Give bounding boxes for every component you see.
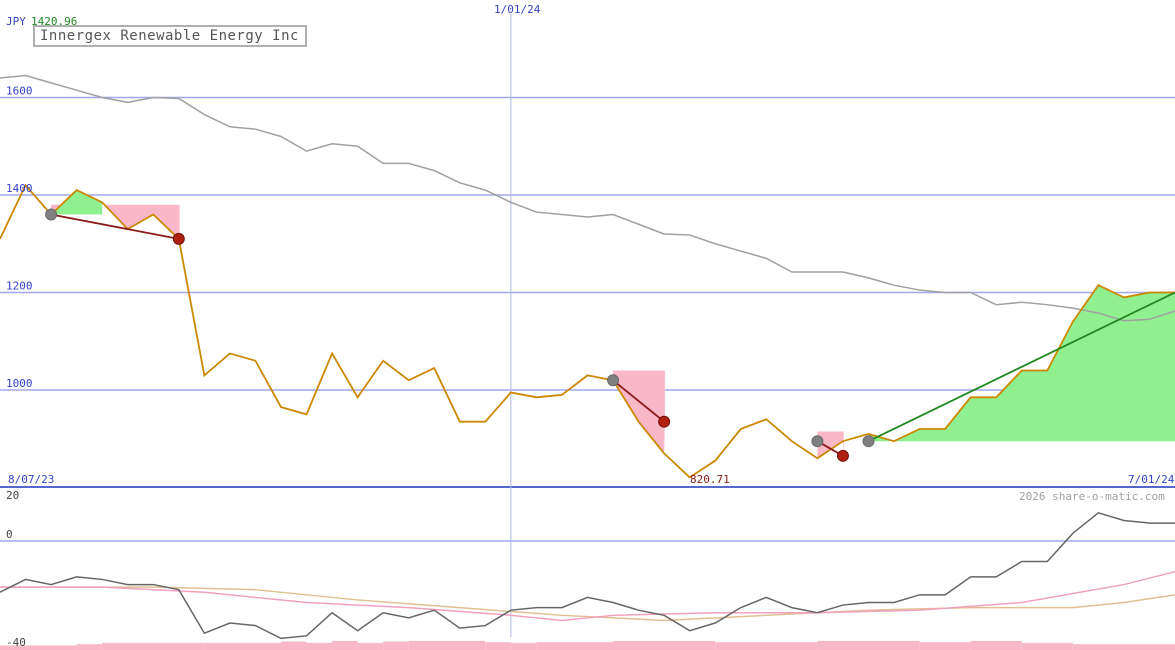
chart-title: Innergex Renewable Energy Inc — [40, 28, 299, 44]
osc-bar — [280, 641, 307, 650]
trend-end-marker — [836, 449, 849, 462]
osc-tick-label: -40 — [6, 636, 26, 649]
stock-chart: JPY 1420.96 1/01/24 8/07/23 7/01/24 820.… — [0, 0, 1175, 650]
osc-bar — [383, 641, 409, 650]
trend-start-marker — [862, 435, 875, 448]
osc-bar — [102, 642, 205, 650]
trend-end-marker — [658, 415, 671, 428]
low-value-label: 820.71 — [690, 473, 730, 486]
currency-label: JPY — [6, 15, 26, 28]
trend-start-marker — [607, 374, 620, 387]
price-tick-label: 1600 — [6, 85, 33, 98]
chart-title-box: Innergex Renewable Energy Inc — [33, 25, 307, 47]
osc-bar — [357, 642, 384, 650]
osc-bar — [536, 642, 614, 650]
osc-bar — [510, 642, 537, 650]
price-tick-label: 1000 — [6, 377, 33, 390]
trend-end-marker — [172, 232, 185, 245]
osc-bar — [306, 642, 333, 650]
copyright-label: 2026 share-o-matic.com — [1019, 490, 1165, 503]
price-tick-label: 1400 — [6, 182, 33, 195]
osc-bar — [715, 642, 818, 650]
osc-tick-label: 20 — [6, 489, 19, 502]
osc-bar — [613, 640, 716, 650]
osc-bar — [817, 640, 920, 650]
mid-date-label: 1/01/24 — [494, 3, 541, 16]
osc-bar — [408, 640, 486, 650]
start-date-label: 8/07/23 — [8, 473, 54, 486]
osc-tick-label: 0 — [6, 528, 13, 541]
price-tick-label: 1200 — [6, 280, 33, 293]
osc-bar — [1021, 642, 1073, 650]
osc-bar — [1072, 644, 1175, 650]
trend-start-marker — [45, 208, 58, 221]
osc-bar — [970, 640, 1022, 650]
trend-start-marker — [811, 435, 824, 448]
osc-bar — [919, 642, 971, 650]
osc-bar — [485, 642, 511, 650]
osc-bar — [76, 644, 103, 650]
osc-bar — [332, 640, 358, 650]
osc-bar — [204, 642, 281, 650]
end-date-label: 7/01/24 — [1128, 473, 1175, 486]
